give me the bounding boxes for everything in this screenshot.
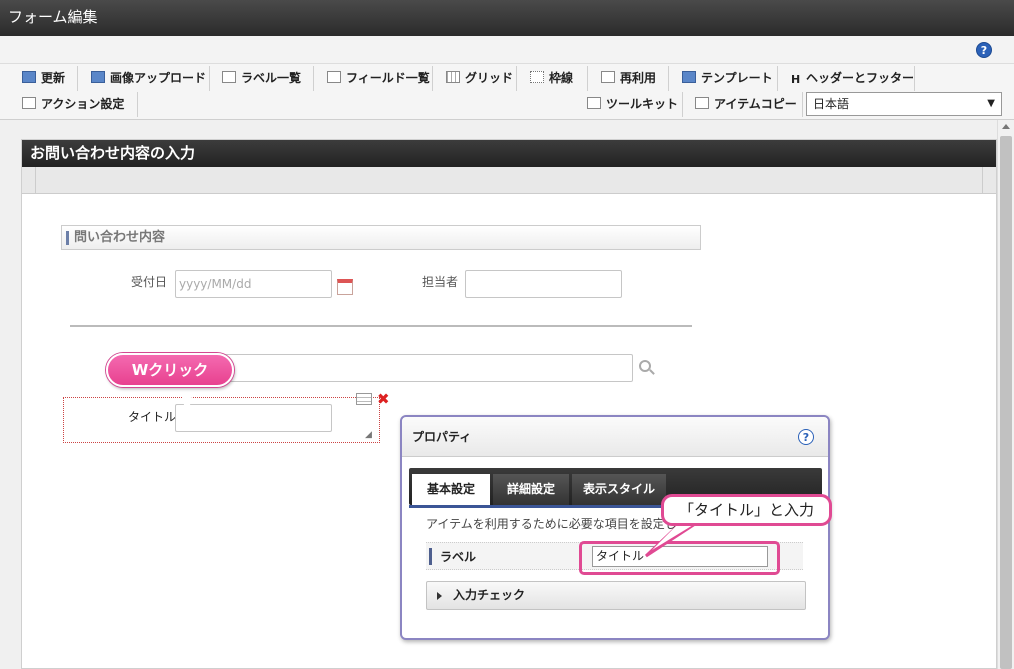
properties-title: プロパティ? xyxy=(402,417,828,457)
search-field[interactable] xyxy=(175,354,633,382)
image-upload-icon xyxy=(91,71,105,83)
panel-subheader xyxy=(22,167,996,194)
grid-button[interactable]: グリッド xyxy=(442,66,517,91)
help-icon[interactable]: ? xyxy=(976,42,992,58)
toolbox-icon xyxy=(587,97,601,109)
delete-icon[interactable]: ✖ xyxy=(377,390,390,408)
resize-handle-icon[interactable]: ◢ xyxy=(365,430,372,440)
action-icon xyxy=(22,97,36,109)
toolkit-button[interactable]: ツールキット xyxy=(583,92,683,117)
border-button[interactable]: 枠線 xyxy=(526,66,588,91)
section-title[interactable]: 問い合わせ内容 xyxy=(61,225,701,250)
field-list-button[interactable]: フィールド一覧 xyxy=(323,66,433,91)
language-select[interactable]: 日本語 ▼ xyxy=(806,92,1002,116)
list-icon xyxy=(222,71,236,83)
received-date-label: 受付日 xyxy=(131,275,168,289)
properties-description: アイテムを利用するために必要な項目を設定し xyxy=(426,517,677,531)
label-field-label: ラベル xyxy=(440,550,477,564)
refresh-icon xyxy=(22,71,36,83)
header-icon: H xyxy=(791,73,801,86)
list-icon xyxy=(327,71,341,83)
header-footer-button[interactable]: H ヘッダーとフッター xyxy=(787,66,915,91)
input-check-accordion[interactable]: 入力チェック xyxy=(426,581,806,610)
table-icon[interactable] xyxy=(356,393,372,405)
expand-icon xyxy=(437,592,442,600)
owner-label: 担当者 xyxy=(422,275,459,289)
action-settings-button[interactable]: アクション設定 xyxy=(18,92,138,117)
title-label: タイトル xyxy=(128,410,177,424)
help-icon[interactable]: ? xyxy=(798,429,814,445)
grid-icon xyxy=(446,71,460,83)
toolbox-icon xyxy=(695,97,709,109)
owner-input[interactable] xyxy=(465,270,622,298)
border-icon xyxy=(530,71,544,83)
help-bar: ? xyxy=(0,36,1014,64)
template-icon xyxy=(682,71,696,83)
panel-title: お問い合わせ内容の入力 xyxy=(22,140,996,167)
tab-display-style[interactable]: 表示スタイル xyxy=(572,474,666,505)
search-icon[interactable] xyxy=(639,360,651,372)
window-title: フォーム編集 xyxy=(0,0,1014,36)
refresh-button[interactable]: 更新 xyxy=(18,66,78,91)
callout-tail xyxy=(644,522,701,558)
vertical-scrollbar[interactable] xyxy=(997,120,1014,669)
tab-basic-settings[interactable]: 基本設定 xyxy=(412,474,490,505)
properties-dialog: プロパティ? 基本設定 詳細設定 表示スタイル アイテムを利用するために必要な項… xyxy=(400,415,830,640)
divider xyxy=(70,325,692,327)
reuse-icon xyxy=(601,71,615,83)
image-upload-button[interactable]: 画像アップロード xyxy=(87,66,210,91)
item-copy-button[interactable]: アイテムコピー xyxy=(691,92,803,117)
reuse-button[interactable]: 再利用 xyxy=(597,66,669,91)
calendar-icon[interactable] xyxy=(337,279,353,295)
label-list-button[interactable]: ラベル一覧 xyxy=(218,66,314,91)
template-button[interactable]: テンプレート xyxy=(678,66,778,91)
scroll-thumb[interactable] xyxy=(1000,136,1012,669)
title-input[interactable] xyxy=(175,404,332,432)
scroll-up-icon[interactable] xyxy=(1002,124,1010,129)
received-date-input[interactable]: yyyy/MM/dd xyxy=(175,270,332,298)
dropdown-arrow-icon: ▼ xyxy=(987,98,995,109)
tab-detail-settings[interactable]: 詳細設定 xyxy=(493,474,569,505)
enter-title-callout: 「タイトル」と入力 xyxy=(661,494,832,526)
double-click-callout: Wクリック xyxy=(106,353,234,387)
